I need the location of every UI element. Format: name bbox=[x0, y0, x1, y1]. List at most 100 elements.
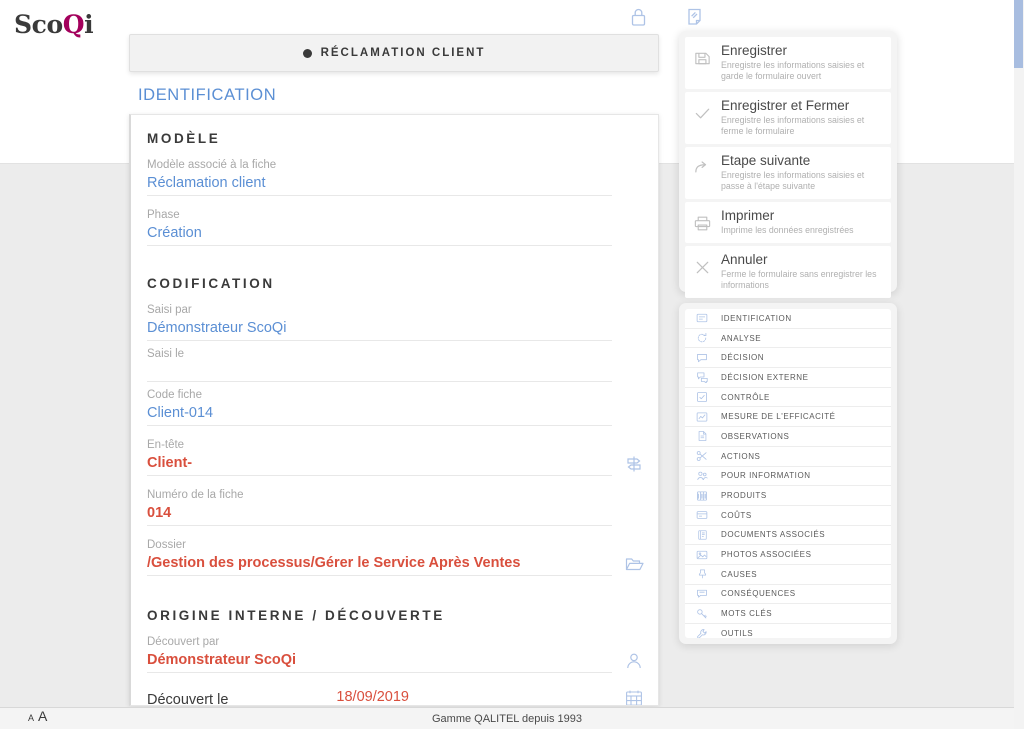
nav-item-pour-information[interactable]: POUR INFORMATION bbox=[685, 467, 891, 487]
form-title-bar: RÉCLAMATION CLIENT bbox=[129, 34, 659, 72]
action-title: Etape suivante bbox=[721, 153, 811, 168]
nav-item-label: POUR INFORMATION bbox=[721, 471, 811, 481]
signpost-icon[interactable] bbox=[622, 452, 646, 476]
nav-item-label: OUTILS bbox=[721, 629, 754, 638]
nav-item-actions[interactable]: ACTIONS bbox=[685, 447, 891, 467]
section-nav-panel: IDENTIFICATION ANALYSE DÉCISION DÉCISION EX… bbox=[679, 303, 897, 644]
nav-item-produits[interactable]: PRODUITS bbox=[685, 486, 891, 506]
nav-item-label: OBSERVATIONS bbox=[721, 431, 790, 441]
field-value[interactable]: Démonstrateur ScoQi bbox=[147, 318, 612, 341]
calendar-icon[interactable] bbox=[622, 686, 646, 705]
section-link-identification[interactable]: IDENTIFICATION bbox=[138, 86, 276, 105]
field-label: En-tête bbox=[147, 439, 185, 451]
font-size-large-button[interactable]: A bbox=[38, 708, 47, 724]
form-field-phase: Phase Création bbox=[139, 208, 646, 246]
nav-item-label: CONSÉQUENCES bbox=[721, 589, 796, 599]
field-label: Saisi par bbox=[147, 304, 192, 316]
nav-item-d-cision[interactable]: DÉCISION bbox=[685, 348, 891, 369]
field-value[interactable]: Réclamation client bbox=[147, 173, 612, 196]
form-fields-container: MODÈLE Modèle associé à la fiche Réclamati… bbox=[131, 131, 658, 705]
field-value[interactable]: 014 bbox=[147, 503, 612, 526]
top-icon-group bbox=[625, 2, 725, 32]
logo-part1: Sco bbox=[14, 10, 63, 39]
field-value[interactable]: /Gestion des processus/Gérer le Service … bbox=[147, 553, 612, 576]
lock-icon[interactable] bbox=[625, 4, 651, 30]
book-icon bbox=[691, 528, 713, 542]
card-icon bbox=[691, 311, 713, 325]
field-label: Saisi le bbox=[147, 348, 185, 360]
nav-item-label: PHOTOS ASSOCIÉES bbox=[721, 550, 812, 560]
check-icon bbox=[692, 103, 712, 123]
nav-item-identification[interactable]: IDENTIFICATION bbox=[685, 309, 891, 329]
action-item-annuler[interactable]: Annuler Ferme le formulaire sans enregist… bbox=[685, 246, 891, 298]
form-field-en-t-te: En-tête Client- bbox=[139, 438, 646, 476]
note-edit-icon[interactable] bbox=[681, 4, 707, 30]
action-description: Enregistre les informations saisies et f… bbox=[721, 115, 865, 136]
nav-item-label: MOTS CLÉS bbox=[721, 609, 773, 619]
field-label: Code fiche bbox=[147, 389, 202, 401]
scoqi-logo: ScoQi bbox=[14, 10, 94, 39]
status-dot-icon bbox=[302, 48, 312, 58]
nav-item-label: CAUSES bbox=[721, 569, 758, 579]
field-label: Phase bbox=[147, 209, 180, 221]
font-size-small-button[interactable]: A bbox=[28, 713, 34, 723]
field-label: Dossier bbox=[147, 539, 186, 551]
nav-item-outils[interactable]: OUTILS bbox=[685, 624, 891, 638]
action-item-etape-suivante[interactable]: Etape suivante Enregistre les information… bbox=[685, 147, 891, 199]
form-field-mod-le-associ-la-fiche: Modèle associé à la fiche Réclamation cli… bbox=[139, 158, 646, 196]
key-icon bbox=[691, 607, 713, 621]
nav-item-label: PRODUITS bbox=[721, 491, 767, 501]
checkbox-icon bbox=[691, 390, 713, 404]
image-icon bbox=[691, 548, 713, 562]
nav-item-photos-associ-es[interactable]: PHOTOS ASSOCIÉES bbox=[685, 545, 891, 565]
field-label: Modèle associé à la fiche bbox=[147, 159, 277, 171]
save-icon bbox=[692, 48, 712, 68]
scissors-icon bbox=[691, 449, 713, 463]
comments-icon bbox=[691, 370, 713, 384]
field-value[interactable] bbox=[147, 362, 612, 382]
action-item-enregistrer-et-fermer[interactable]: Enregistrer et Fermer Enregistre les info… bbox=[685, 92, 891, 144]
nav-item-label: DÉCISION bbox=[721, 353, 765, 363]
status-bar: Gamme QALITEL depuis 1993 A A bbox=[0, 707, 1014, 729]
printer-icon bbox=[692, 213, 712, 233]
nav-item-causes[interactable]: CAUSES bbox=[685, 565, 891, 585]
field-value[interactable]: Client-014 bbox=[147, 403, 612, 426]
actions-menu-panel: Enregistrer Enregistre les informations s… bbox=[679, 31, 897, 298]
nav-item-mots-cl-s[interactable]: MOTS CLÉS bbox=[685, 604, 891, 624]
nav-item-co-ts[interactable]: COÛTS bbox=[685, 506, 891, 526]
section-nav-list: IDENTIFICATION ANALYSE DÉCISION DÉCISION EX… bbox=[685, 309, 891, 638]
nav-item-label: ANALYSE bbox=[721, 333, 762, 343]
form-field-d-couvert-par: Découvert par Démonstrateur ScoQi bbox=[139, 635, 646, 673]
pin-icon bbox=[691, 567, 713, 581]
nav-item-observations[interactable]: OBSERVATIONS bbox=[685, 427, 891, 447]
form-field-code-fiche: Code fiche Client-014 bbox=[139, 388, 646, 426]
nav-item-documents-associ-s[interactable]: DOCUMENTS ASSOCIÉS bbox=[685, 526, 891, 546]
page-scrollbar-track[interactable] bbox=[1014, 0, 1024, 729]
action-title: Annuler bbox=[721, 252, 768, 267]
form-group-title: MODÈLE bbox=[147, 131, 221, 146]
nav-item-contr-le[interactable]: CONTRÔLE bbox=[685, 388, 891, 408]
page-scrollbar-thumb[interactable] bbox=[1014, 0, 1023, 68]
action-title: Imprimer bbox=[721, 208, 775, 223]
nav-item-label: IDENTIFICATION bbox=[721, 313, 792, 323]
folder-open-icon[interactable] bbox=[622, 552, 646, 576]
field-value[interactable]: Client- bbox=[147, 453, 612, 476]
nav-item-label: ACTIONS bbox=[721, 451, 761, 461]
person-icon[interactable] bbox=[622, 649, 646, 673]
field-value[interactable]: Création bbox=[147, 223, 612, 246]
action-description: Enregistre les informations saisies et p… bbox=[721, 170, 865, 191]
field-value[interactable]: 18/09/2019 bbox=[238, 687, 612, 705]
field-value[interactable]: Démonstrateur ScoQi bbox=[147, 650, 612, 673]
nav-item-analyse[interactable]: ANALYSE bbox=[685, 329, 891, 349]
logo-part2: i bbox=[84, 10, 94, 39]
document-icon bbox=[691, 429, 713, 443]
form-group-title: CODIFICATION bbox=[147, 276, 275, 291]
nav-item-mesure-de-l-efficacit[interactable]: MESURE DE L'EFFICACITÉ bbox=[685, 407, 891, 428]
form-field-saisi-le: Saisi le bbox=[139, 347, 646, 382]
nav-item-d-cision-externe[interactable]: DÉCISION EXTERNE bbox=[685, 368, 891, 388]
action-item-imprimer[interactable]: Imprimer Imprime les données enregistrées bbox=[685, 202, 891, 243]
field-label: Découvert par bbox=[147, 636, 220, 648]
actions-menu-list: Enregistrer Enregistre les informations s… bbox=[685, 37, 891, 298]
nav-item-cons-quences[interactable]: CONSÉQUENCES bbox=[685, 585, 891, 605]
action-item-enregistrer[interactable]: Enregistrer Enregistre les informations s… bbox=[685, 37, 891, 89]
